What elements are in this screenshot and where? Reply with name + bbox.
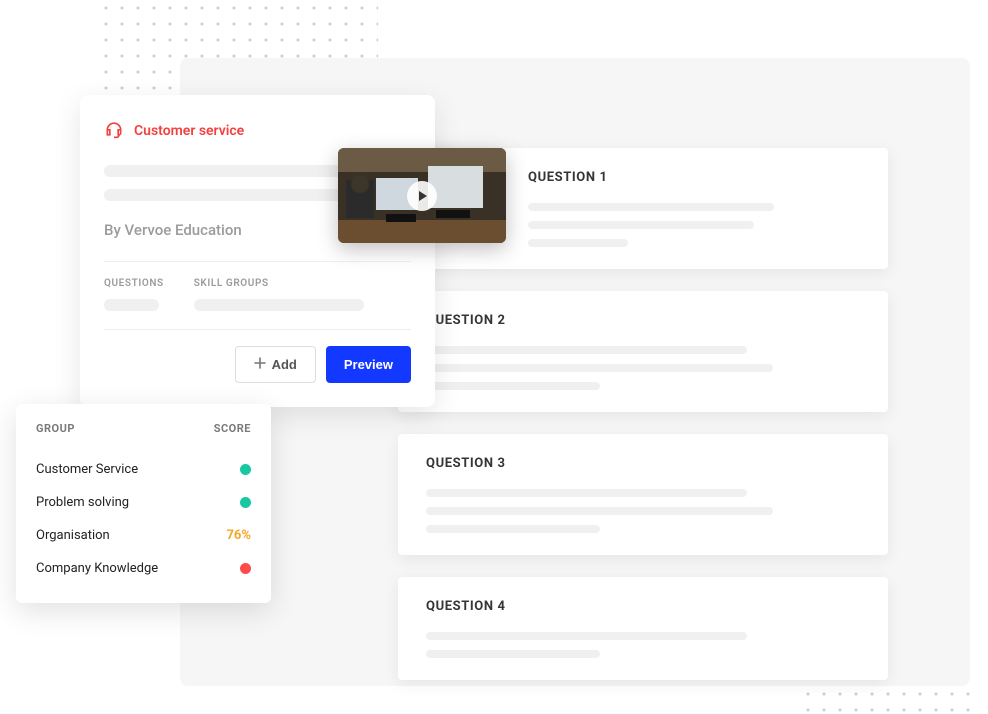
stats-row: QUESTIONS SKILL GROUPS [104, 278, 411, 311]
video-thumbnail[interactable] [338, 148, 506, 243]
question-card: QUESTION 4 [398, 577, 888, 680]
skeleton-line [426, 507, 773, 515]
skeleton-line [528, 203, 774, 211]
score-indicator-dot [240, 464, 251, 475]
skeleton-line [528, 221, 754, 229]
card-header: Customer service [104, 119, 411, 143]
score-card: GROUP SCORE Customer Service Problem sol… [16, 404, 271, 603]
score-indicator-dot [240, 497, 251, 508]
play-icon [407, 181, 437, 211]
stat-label: SKILL GROUPS [194, 278, 364, 289]
score-row: Problem solving [36, 486, 251, 519]
skeleton-line [194, 299, 364, 311]
question-card: QUESTION 3 [398, 434, 888, 555]
skeleton-line [426, 382, 600, 390]
question-title: QUESTION 3 [426, 456, 860, 471]
add-button[interactable]: Add [235, 346, 316, 383]
question-title: QUESTION 1 [528, 170, 860, 185]
score-row-name: Company Knowledge [36, 561, 158, 576]
stat-questions: QUESTIONS [104, 278, 164, 311]
button-row: Add Preview [104, 346, 411, 383]
divider [104, 261, 411, 262]
skeleton-line [426, 650, 600, 658]
skeleton-line [426, 632, 747, 640]
question-title: QUESTION 2 [426, 313, 860, 328]
score-row-name: Problem solving [36, 495, 129, 510]
assessment-title: Customer service [134, 123, 244, 139]
preview-button[interactable]: Preview [326, 346, 411, 383]
score-percent: 76% [226, 528, 251, 543]
question-title: QUESTION 4 [426, 599, 860, 614]
skeleton-line [426, 489, 747, 497]
skeleton-line [528, 239, 628, 247]
score-row: Customer Service [36, 453, 251, 486]
skeleton-line [104, 299, 159, 311]
headset-icon [104, 119, 124, 143]
divider [104, 329, 411, 330]
score-header-score: SCORE [214, 422, 251, 435]
score-row: Company Knowledge [36, 552, 251, 585]
score-header-group: GROUP [36, 422, 75, 435]
preview-button-label: Preview [344, 357, 393, 372]
score-header: GROUP SCORE [36, 422, 251, 435]
score-row: Organisation 76% [36, 519, 251, 552]
question-card: QUESTION 2 [398, 291, 888, 412]
skeleton-line [426, 346, 747, 354]
add-button-label: Add [272, 357, 297, 372]
skeleton-line [426, 364, 773, 372]
score-indicator-dot [240, 563, 251, 574]
skeleton-line [104, 165, 343, 177]
score-row-name: Organisation [36, 528, 110, 543]
score-row-name: Customer Service [36, 462, 138, 477]
skeleton-line [426, 525, 600, 533]
stat-label: QUESTIONS [104, 278, 164, 289]
stat-skillgroups: SKILL GROUPS [194, 278, 364, 311]
plus-icon [254, 357, 266, 372]
assessment-card: Customer service By Vervoe Education QUE… [80, 95, 435, 407]
